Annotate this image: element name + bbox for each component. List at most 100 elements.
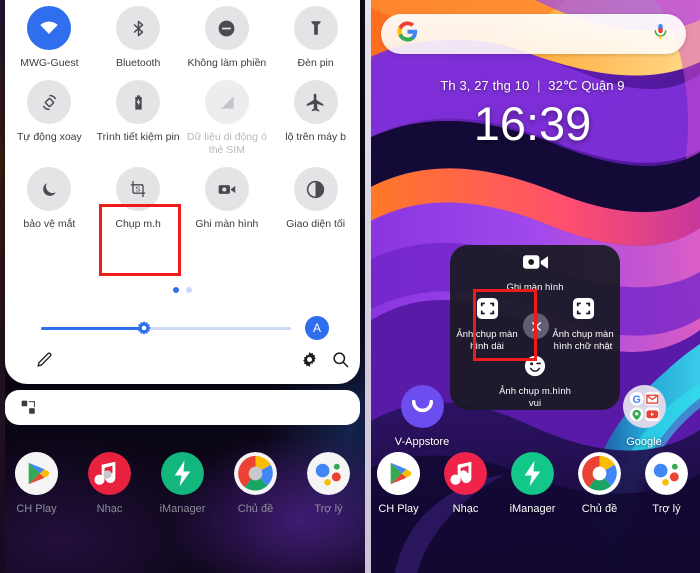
- popup-item-label: Ghi màn hình: [506, 282, 564, 293]
- long-screenshot-icon: [476, 297, 499, 325]
- popup-item-screen-record[interactable]: Ghi màn hình: [496, 253, 574, 294]
- tile-eye-care[interactable]: bảo vệ mắt: [5, 161, 94, 231]
- app-label: Google: [626, 436, 662, 448]
- app-label: Chủ đề: [581, 503, 618, 515]
- tile-airplane-mode[interactable]: lộ trên máy b: [271, 74, 360, 157]
- app-v-appstore[interactable]: V-Appstore: [387, 385, 457, 448]
- page-dot[interactable]: [186, 287, 192, 293]
- weather-text: 32℃ Quận 9: [548, 78, 625, 93]
- tile-label: Dữ liệu di động ó thẻ SIM: [186, 131, 267, 156]
- tile-label: Giao diện tối: [286, 218, 346, 230]
- tile-auto-rotate[interactable]: Tự động xoay: [5, 74, 94, 157]
- tile-label: MWG-Guest: [20, 57, 79, 69]
- app-shortcut-icon: [21, 400, 36, 420]
- right-app-dock: CH Play Nhạc iManager Chủ đề Trợ lý: [365, 452, 700, 515]
- screenshot-root: MWG-Guest Bluetooth Không làm phiền Đèn …: [0, 0, 700, 573]
- tile-label: Bluetooth: [115, 57, 161, 69]
- app-nhac[interactable]: Nhạc: [434, 452, 498, 515]
- do-not-disturb-icon: [204, 6, 249, 50]
- flashlight-icon: [293, 6, 338, 50]
- popup-item-rect-screenshot[interactable]: Ảnh chụp màn hình chữ nhật: [544, 297, 622, 353]
- google-play-icon: [15, 452, 58, 495]
- app-ch-play[interactable]: CH Play: [5, 452, 69, 515]
- bluetooth-icon: [116, 6, 161, 50]
- brightness-slider[interactable]: [41, 320, 291, 336]
- tile-label: Chụp m.h: [115, 218, 161, 230]
- app-label: Trợ lý: [314, 503, 343, 515]
- search-icon[interactable]: [331, 350, 350, 374]
- gear-icon[interactable]: [300, 350, 319, 374]
- close-x-icon[interactable]: [523, 313, 549, 339]
- left-phone-screen: MWG-Guest Bluetooth Không làm phiền Đèn …: [0, 0, 365, 573]
- app-chu-de[interactable]: Chủ đề: [224, 452, 288, 515]
- app-label: Nhạc: [452, 503, 479, 515]
- wifi-icon: [27, 6, 72, 50]
- app-tro-ly[interactable]: Trợ lý: [297, 452, 361, 515]
- pencil-edit-icon[interactable]: [35, 350, 54, 374]
- tile-dark-theme[interactable]: Giao diện tối: [271, 161, 360, 231]
- microphone-icon[interactable]: [651, 22, 670, 46]
- video-camera-icon: [522, 253, 548, 278]
- tile-label: Trình tiết kiệm pin: [96, 131, 180, 143]
- popup-item-label: Ảnh chụp màn hình chữ nhật: [552, 329, 614, 352]
- popup-item-label: Ảnh chụp màn hình dài: [456, 329, 518, 352]
- popup-item-label: Ảnh chụp m.hình vui: [499, 386, 571, 409]
- page-indicator-dots: [5, 287, 360, 293]
- brightness-sun-icon[interactable]: [136, 320, 152, 336]
- dark-theme-icon: [293, 167, 338, 211]
- tile-flashlight[interactable]: Đèn pin: [271, 0, 360, 70]
- tile-battery-saver[interactable]: Trình tiết kiệm pin: [94, 74, 183, 157]
- tile-screen-record[interactable]: Ghi màn hình: [183, 161, 272, 231]
- app-imanager[interactable]: iManager: [501, 452, 565, 515]
- left-app-dock: CH Play Nhạc iManager Chủ đề Trợ lý: [0, 452, 365, 515]
- tile-screenshot[interactable]: S Chụp m.h: [94, 161, 183, 231]
- google-g-icon: [397, 21, 418, 47]
- themes-icon: [234, 452, 277, 495]
- tile-label: Đèn pin: [297, 57, 334, 69]
- tile-mobile-data[interactable]: Dữ liệu di động ó thẻ SIM: [183, 74, 272, 157]
- screen-record-icon: [204, 167, 249, 211]
- battery-saver-icon: [116, 80, 161, 124]
- tile-label: Tự động xoay: [16, 131, 82, 143]
- app-tro-ly[interactable]: Trợ lý: [635, 452, 699, 515]
- v-appstore-icon: [400, 385, 444, 428]
- tile-label: lộ trên máy b: [285, 131, 346, 143]
- music-icon: [444, 452, 487, 495]
- app-label: iManager: [509, 503, 556, 515]
- screenshot-icon: S: [116, 167, 161, 211]
- rect-screenshot-icon: [572, 297, 595, 325]
- app-label: CH Play: [378, 503, 419, 515]
- music-icon: [88, 452, 131, 495]
- app-ch-play[interactable]: CH Play: [367, 452, 431, 515]
- tile-do-not-disturb[interactable]: Không làm phiền: [183, 0, 272, 70]
- clock-time: 16:39: [473, 97, 592, 150]
- date-weather-line: Th 3, 27 thg 10 | 32℃ Quận 9: [365, 78, 700, 94]
- auto-rotate-icon: [27, 80, 72, 124]
- google-search-bar[interactable]: [381, 14, 686, 54]
- tile-label: bảo vệ mắt: [23, 218, 76, 230]
- popup-item-fun-screenshot[interactable]: Ảnh chụp m.hình vui: [496, 355, 574, 410]
- page-dot-active[interactable]: [173, 287, 179, 293]
- google-assistant-icon: [645, 452, 688, 495]
- tile-label: Không làm phiền: [187, 57, 267, 69]
- tile-bluetooth[interactable]: Bluetooth: [94, 0, 183, 70]
- app-imanager[interactable]: iManager: [151, 452, 215, 515]
- tile-wifi[interactable]: MWG-Guest: [5, 0, 94, 70]
- tile-label: Ghi màn hình: [195, 218, 259, 230]
- clock-weather-widget[interactable]: Th 3, 27 thg 10 | 32℃ Quận 9 16:39: [365, 78, 700, 152]
- app-nhac[interactable]: Nhạc: [78, 452, 142, 515]
- app-label: Trợ lý: [652, 503, 681, 515]
- quick-settings-tile-grid: MWG-Guest Bluetooth Không làm phiền Đèn …: [5, 0, 360, 231]
- separator: |: [537, 78, 541, 93]
- notification-card[interactable]: [5, 390, 360, 425]
- auto-brightness-button[interactable]: A: [305, 316, 329, 340]
- app-label: iManager: [159, 503, 206, 515]
- popup-item-long-screenshot[interactable]: Ảnh chụp màn hình dài: [448, 297, 526, 353]
- fun-smiley-icon: [524, 355, 546, 382]
- slider-fill: [41, 327, 144, 330]
- screenshot-options-popup: Ghi màn hình Ảnh chụp màn hình dài Ảnh c…: [450, 245, 620, 410]
- svg-text:G: G: [632, 394, 640, 406]
- google-play-icon: [377, 452, 420, 495]
- app-chu-de[interactable]: Chủ đề: [568, 452, 632, 515]
- eye-care-moon-icon: [27, 167, 72, 211]
